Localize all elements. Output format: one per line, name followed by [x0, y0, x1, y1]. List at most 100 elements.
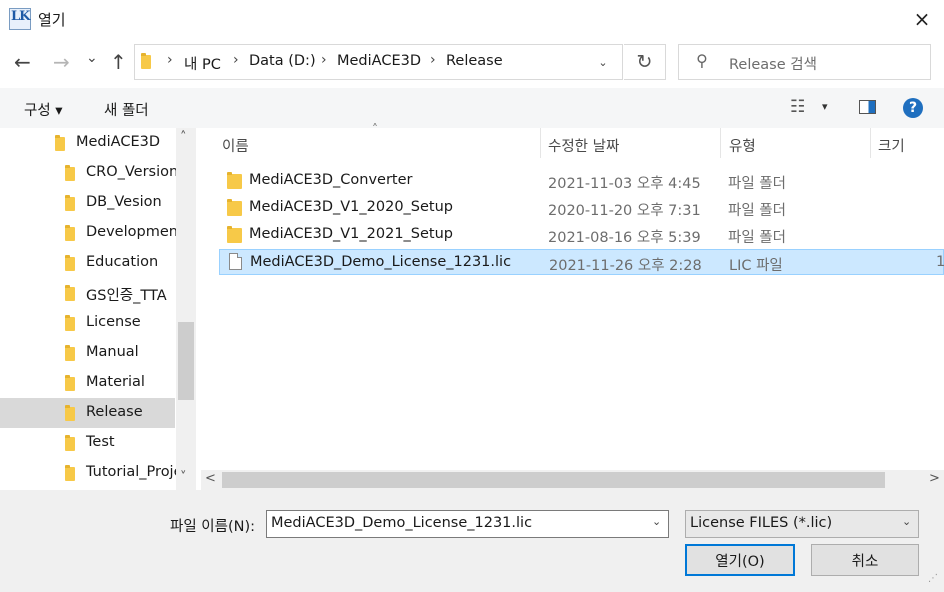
preview-pane-icon[interactable]: [859, 100, 876, 114]
tree-item[interactable]: Education: [0, 248, 175, 278]
filename-label: 파일 이름(N):: [170, 519, 256, 535]
file-size: 1: [936, 254, 944, 270]
folder-icon: [65, 375, 75, 391]
tree-item-label: Manual: [86, 344, 139, 360]
column-header-size[interactable]: 크기: [878, 135, 905, 156]
scroll-right-icon[interactable]: >: [929, 471, 940, 486]
filename-dropdown-icon[interactable]: ⌄: [652, 515, 661, 528]
folder-icon: [65, 165, 75, 181]
tree-item-label: Release: [86, 404, 143, 420]
view-options-icon[interactable]: ☷: [790, 97, 805, 117]
column-divider[interactable]: [870, 128, 871, 158]
forward-arrow-icon[interactable]: →: [53, 50, 70, 74]
tree-item[interactable]: MediACE3D: [0, 128, 175, 158]
file-type: LIC 파일: [729, 258, 783, 274]
breadcrumb-separator[interactable]: ›: [321, 52, 327, 68]
open-button-label: 열기(O): [715, 553, 765, 570]
resize-grip[interactable]: ⋰: [928, 574, 942, 590]
folder-icon: [65, 225, 75, 241]
scroll-up-icon[interactable]: ˄: [180, 130, 187, 145]
tree-item[interactable]: Material: [0, 368, 175, 398]
filetype-dropdown-icon[interactable]: ⌄: [902, 515, 911, 528]
sort-ascending-icon: ˄: [372, 122, 378, 136]
breadcrumb-separator[interactable]: ›: [167, 52, 173, 68]
organize-button[interactable]: 구성 ▾: [24, 99, 63, 120]
breadcrumb-release[interactable]: Release: [446, 53, 503, 69]
folder-icon: [65, 435, 75, 451]
cancel-button[interactable]: 취소: [811, 544, 919, 576]
file-name: MediACE3D_Converter: [249, 172, 413, 188]
scroll-down-icon[interactable]: ˅: [180, 470, 187, 485]
filetype-value[interactable]: License FILES (*.lic): [690, 515, 832, 531]
up-arrow-icon[interactable]: ↑: [110, 50, 127, 74]
column-header-type[interactable]: 유형: [729, 135, 756, 156]
file-name: MediACE3D_V1_2020_Setup: [249, 199, 454, 215]
tree-item-label: MediACE3D: [76, 134, 161, 150]
address-dropdown-icon[interactable]: ⌄: [588, 48, 618, 76]
breadcrumb-separator[interactable]: ›: [233, 52, 239, 68]
tree-item-label: Material: [86, 374, 145, 390]
navigation-scrollbar[interactable]: [176, 128, 196, 490]
tree-item-label: DB_Vesion: [86, 194, 162, 210]
search-icon: ⚲: [696, 51, 708, 70]
folder-icon: [65, 285, 75, 301]
tree-item-label: CRO_Version: [86, 164, 179, 180]
navigation-scroll-thumb[interactable]: [178, 322, 194, 400]
filename-value[interactable]: MediACE3D_Demo_License_1231.lic: [271, 515, 532, 531]
tree-item[interactable]: Tutorial_Proje: [0, 458, 183, 488]
column-divider[interactable]: [720, 128, 721, 158]
folder-icon: [227, 199, 242, 216]
breadcrumb-data-drive[interactable]: Data (D:): [249, 53, 316, 69]
open-button[interactable]: 열기(O): [685, 544, 795, 576]
column-divider[interactable]: [540, 128, 541, 158]
cancel-button-label: 취소: [851, 553, 879, 570]
tree-item[interactable]: License: [0, 308, 175, 338]
tree-item[interactable]: CRO_Version: [0, 158, 179, 188]
column-header-name[interactable]: 이름: [222, 135, 249, 156]
tree-item[interactable]: Test: [0, 428, 175, 458]
folder-icon: [65, 315, 75, 331]
scroll-left-icon[interactable]: <: [205, 471, 216, 486]
search-placeholder[interactable]: Release 검색: [729, 53, 817, 74]
help-icon[interactable]: ?: [903, 98, 923, 118]
recent-locations-icon[interactable]: ⌄: [86, 50, 98, 66]
tree-item[interactable]: Manual: [0, 338, 175, 368]
new-folder-button[interactable]: 새 폴더: [104, 99, 149, 120]
folder-icon: [65, 255, 75, 271]
folder-icon: [55, 135, 65, 151]
app-icon-text: LK: [11, 9, 30, 24]
refresh-icon[interactable]: ↻: [624, 44, 666, 80]
file-row[interactable]: MediACE3D_Demo_License_1231.lic 2021-11-2…: [219, 249, 944, 275]
file-date: 2021-11-03 오후 4:45: [548, 176, 701, 192]
file-name: MediACE3D_V1_2021_Setup: [249, 226, 454, 242]
tree-item[interactable]: Release: [0, 398, 175, 428]
tree-item[interactable]: Development: [0, 218, 184, 248]
back-arrow-icon[interactable]: ←: [14, 50, 31, 74]
file-date: 2021-08-16 오후 5:39: [548, 230, 701, 246]
breadcrumb-mediace3d[interactable]: MediACE3D: [337, 53, 421, 69]
file-row[interactable]: MediACE3D_V1_2020_Setup 2020-11-20 오후 7:3…: [219, 195, 944, 221]
dialog-footer: [0, 490, 944, 592]
app-icon: LK: [9, 8, 31, 30]
tree-item-label: Education: [86, 254, 159, 270]
close-icon[interactable]: ×: [900, 0, 944, 38]
file-type: 파일 폴더: [728, 230, 786, 246]
tree-item[interactable]: DB_Vesion: [0, 188, 175, 218]
tree-item-label: Development: [86, 224, 184, 240]
file-name: MediACE3D_Demo_License_1231.lic: [250, 254, 512, 270]
document-icon: [229, 253, 242, 270]
file-row[interactable]: MediACE3D_Converter 2021-11-03 오후 4:45 파일 …: [219, 168, 944, 194]
breadcrumb-separator[interactable]: ›: [430, 52, 436, 68]
tree-item[interactable]: GS인증_TTA: [0, 278, 175, 308]
tree-item-label: GS인증_TTA: [86, 288, 167, 304]
tree-item-label: License: [86, 314, 141, 330]
file-row[interactable]: MediACE3D_V1_2021_Setup 2021-08-16 오후 5:3…: [219, 222, 944, 248]
folder-icon: [65, 345, 75, 361]
folder-icon: [227, 172, 242, 189]
file-date: 2020-11-20 오후 7:31: [548, 203, 701, 219]
view-dropdown-icon[interactable]: ▾: [822, 100, 828, 113]
folder-icon: [65, 195, 75, 211]
horizontal-scroll-thumb[interactable]: [222, 472, 885, 488]
breadcrumb-this-pc[interactable]: 내 PC: [184, 53, 221, 74]
column-header-date[interactable]: 수정한 날짜: [548, 135, 619, 156]
